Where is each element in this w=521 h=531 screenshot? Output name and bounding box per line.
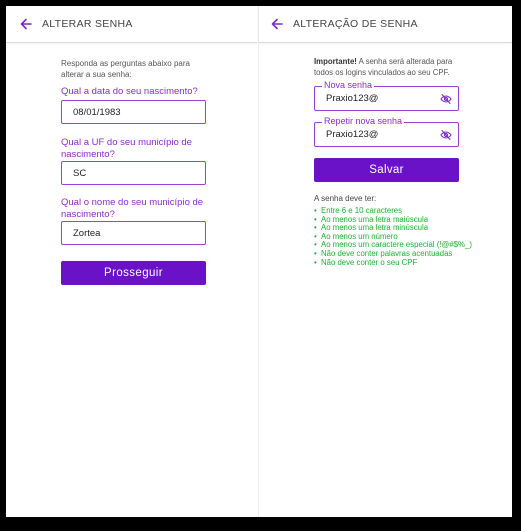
page-title: ALTERAÇÃO DE SENHA (293, 18, 418, 30)
alterar-senha-screen: ALTERAR SENHA Responda as perguntas abai… (6, 6, 257, 517)
alteracao-senha-screen: ALTERAÇÃO DE SENHA Importante! A senha s… (258, 6, 512, 517)
repeat-password-label: Repetir nova senha (322, 116, 405, 127)
right-header: ALTERAÇÃO DE SENHA (259, 6, 512, 43)
important-notice: Importante! A senha será alterada para t… (314, 57, 464, 78)
eye-off-icon[interactable] (440, 93, 452, 105)
new-password-input[interactable] (324, 92, 428, 105)
repeat-password-field: Repetir nova senha (314, 116, 459, 147)
left-header: ALTERAR SENHA (6, 6, 257, 43)
back-button[interactable] (14, 12, 38, 36)
new-password-field: Nova senha (314, 80, 459, 111)
arrow-left-icon (271, 18, 283, 30)
rules-title: A senha deve ter: (314, 194, 377, 203)
question-birth-date: Qual a data do seu nascimento? (61, 86, 198, 97)
list-item: • Não deve conter o seu CPF (314, 257, 418, 267)
proceed-button[interactable]: Prosseguir (61, 261, 206, 285)
question-birth-city: Qual o nome do seu município de nascimen… (61, 197, 204, 220)
intro-text: Responda as perguntas abaixo para altera… (61, 59, 190, 79)
screenshot-frame: ALTERAR SENHA Responda as perguntas abai… (6, 6, 512, 517)
repeat-password-input[interactable] (324, 128, 428, 141)
page-title: ALTERAR SENHA (42, 18, 133, 30)
back-button[interactable] (265, 12, 289, 36)
arrow-left-icon (20, 18, 32, 30)
birth-date-input[interactable] (61, 100, 206, 124)
important-label: Importante! (314, 57, 357, 66)
save-button[interactable]: Salvar (314, 158, 459, 182)
birth-uf-input[interactable] (61, 161, 206, 185)
password-rules-list: • Entre 6 e 10 caracteres • Ao menos uma l… (314, 206, 474, 267)
question-birth-uf: Qual a UF do seu município de nascimento… (61, 137, 192, 160)
birth-city-input[interactable] (61, 221, 206, 245)
new-password-label: Nova senha (322, 80, 375, 91)
eye-off-icon[interactable] (440, 129, 452, 141)
